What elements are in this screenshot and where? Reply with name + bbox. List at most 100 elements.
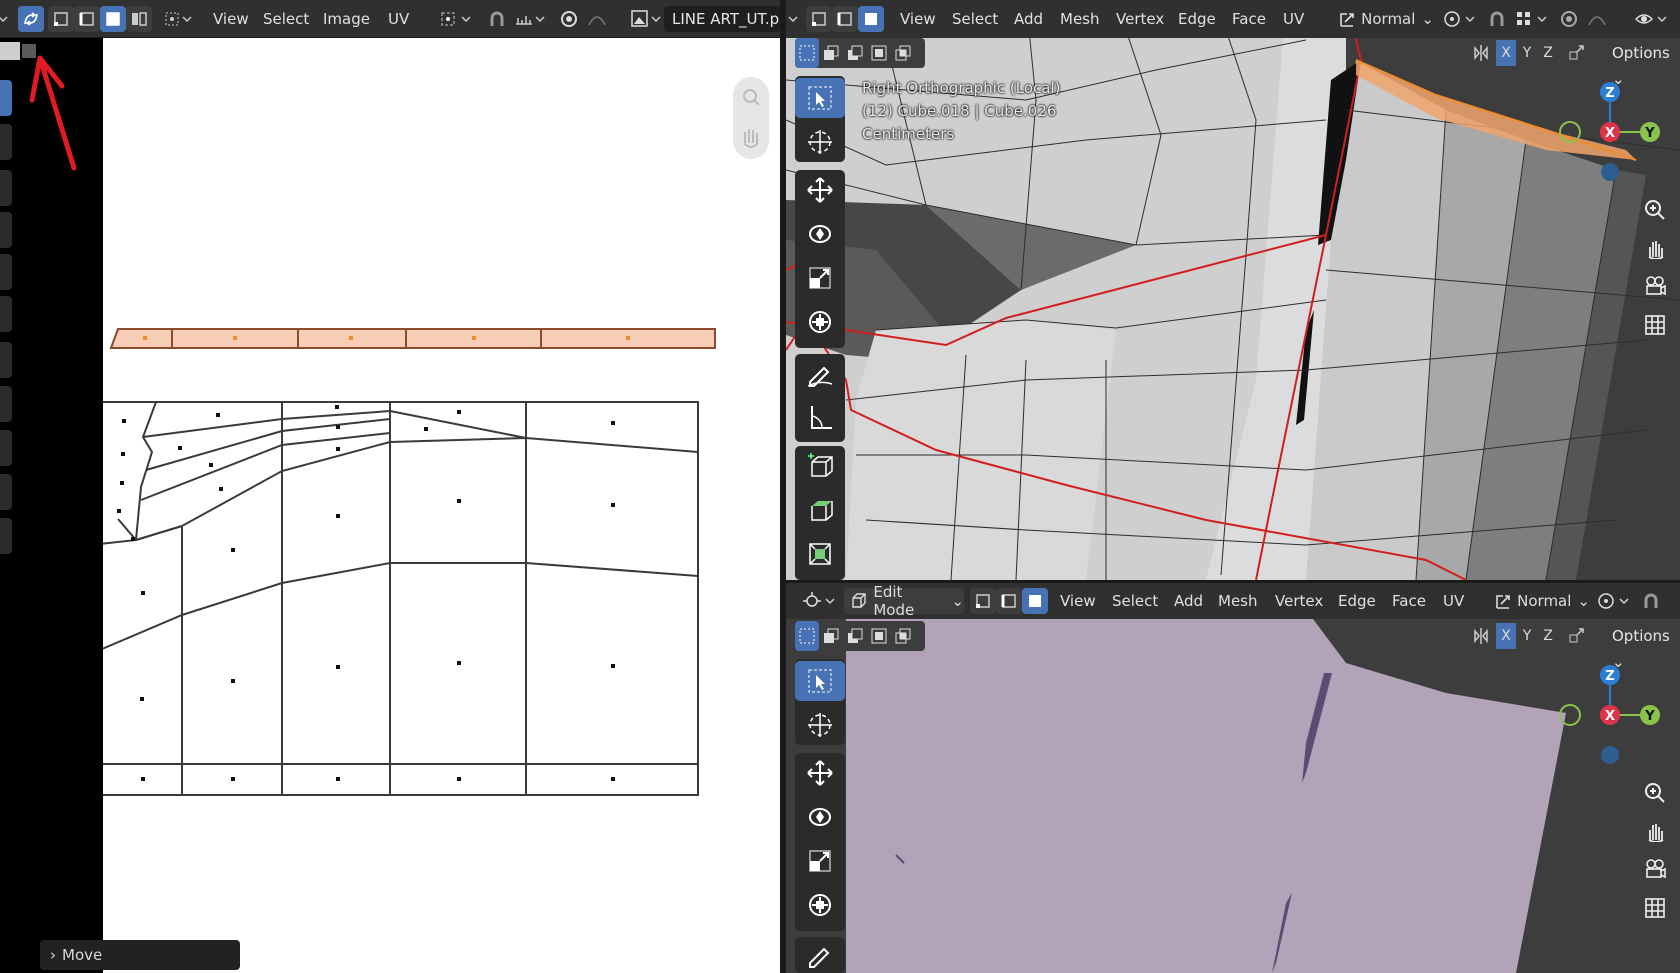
menu-view[interactable]: View bbox=[213, 0, 249, 38]
grid-icon[interactable] bbox=[1640, 893, 1670, 923]
proportional-editing-toggle[interactable] bbox=[556, 6, 582, 32]
menu-vertex[interactable]: Vertex bbox=[1275, 583, 1323, 620]
image-browse-dropdown[interactable] bbox=[628, 6, 666, 32]
menu-edge[interactable]: Edge bbox=[1178, 0, 1216, 38]
select-mode-extend[interactable] bbox=[819, 38, 843, 68]
proportional-editing-toggle[interactable] bbox=[1556, 6, 1582, 32]
select-mode-invert[interactable] bbox=[867, 38, 891, 68]
vertex-select-mode[interactable] bbox=[970, 588, 996, 614]
select-mode-intersect[interactable] bbox=[891, 38, 915, 68]
axis-gizmo[interactable]: Z Y X bbox=[1550, 78, 1670, 190]
extrude-tool[interactable] bbox=[795, 490, 845, 530]
axis-gizmo[interactable]: Z Y X bbox=[1550, 661, 1670, 773]
camera-icon[interactable] bbox=[1640, 854, 1670, 884]
zoom-icon[interactable] bbox=[1640, 778, 1670, 808]
pivot-point-dropdown[interactable] bbox=[438, 6, 476, 32]
mode-dropdown[interactable]: Edit Mode ⌄ bbox=[844, 583, 964, 619]
scale-tool[interactable] bbox=[795, 258, 845, 298]
menu-image[interactable]: Image bbox=[323, 0, 370, 38]
vertex-select-mode[interactable] bbox=[806, 6, 832, 32]
transform-orientation-dropdown[interactable]: Normal ⌄ bbox=[1490, 588, 1590, 614]
rotate-tool[interactable] bbox=[795, 214, 845, 254]
pinch-tool[interactable] bbox=[0, 518, 12, 554]
cursor-tool[interactable] bbox=[795, 705, 845, 745]
auto-merge-icon[interactable] bbox=[1562, 621, 1592, 651]
zoom-icon[interactable] bbox=[1640, 195, 1670, 225]
select-mode-subtract[interactable] bbox=[843, 38, 867, 68]
add-cube-tool[interactable] bbox=[795, 446, 845, 486]
relax-tool[interactable] bbox=[0, 474, 12, 510]
cursor-tool[interactable] bbox=[795, 122, 845, 162]
pivot-point-dropdown[interactable] bbox=[1594, 588, 1634, 614]
grid-icon[interactable] bbox=[1640, 310, 1670, 340]
menu-mesh[interactable]: Mesh bbox=[1218, 583, 1258, 620]
editor-type-dropdown[interactable] bbox=[786, 6, 800, 32]
menu-select[interactable]: Select bbox=[263, 0, 309, 38]
last-operator-panel[interactable]: › Move bbox=[40, 940, 240, 970]
menu-uv[interactable]: UV bbox=[1283, 0, 1304, 38]
face-select-mode[interactable] bbox=[1022, 588, 1048, 614]
pivot-point-dropdown[interactable] bbox=[1440, 6, 1480, 32]
menu-select[interactable]: Select bbox=[952, 0, 998, 38]
measure-tool[interactable] bbox=[795, 398, 845, 438]
options-dropdown[interactable]: Options ⌄ bbox=[1604, 40, 1680, 88]
select-mode-subtract[interactable] bbox=[843, 621, 867, 651]
viewport-top[interactable]: Right Orthographic (Local) (12) Cube.018… bbox=[786, 0, 1680, 580]
viewport-bottom[interactable]: X Y Z Options ⌄ Z Y X Edit Mode ⌄ View Se… bbox=[786, 583, 1680, 973]
editor-type-dropdown[interactable] bbox=[800, 588, 840, 614]
face-select-mode[interactable] bbox=[100, 6, 126, 32]
transform-tool[interactable] bbox=[0, 296, 12, 332]
inset-tool[interactable] bbox=[795, 534, 845, 574]
pan-icon[interactable] bbox=[1640, 233, 1670, 263]
menu-face[interactable]: Face bbox=[1392, 583, 1426, 620]
options-dropdown[interactable]: Options ⌄ bbox=[1604, 623, 1680, 671]
edge-select-mode[interactable] bbox=[832, 6, 858, 32]
island-select-mode[interactable] bbox=[126, 6, 152, 32]
menu-uv[interactable]: UV bbox=[388, 0, 409, 38]
vertex-select-mode[interactable] bbox=[48, 6, 74, 32]
move-tool[interactable] bbox=[795, 753, 845, 793]
select-box-tool[interactable] bbox=[795, 78, 845, 118]
mirror-y-toggle[interactable]: Y bbox=[1517, 623, 1537, 649]
rip-tool[interactable] bbox=[0, 386, 12, 422]
menu-face[interactable]: Face bbox=[1232, 0, 1266, 38]
select-mode-new[interactable] bbox=[795, 621, 819, 651]
snap-target-dropdown[interactable] bbox=[512, 6, 550, 32]
rotate-tool[interactable] bbox=[795, 797, 845, 837]
select-mode-intersect[interactable] bbox=[891, 621, 915, 651]
snap-toggle[interactable] bbox=[484, 6, 510, 32]
menu-view[interactable]: View bbox=[1060, 583, 1096, 620]
editor-type-dropdown[interactable] bbox=[0, 6, 10, 32]
snap-toggle[interactable] bbox=[1484, 6, 1510, 32]
uv-layout[interactable] bbox=[103, 38, 780, 973]
scale-tool[interactable] bbox=[0, 254, 12, 290]
sticky-selection-dropdown[interactable] bbox=[160, 6, 196, 32]
visibility-dropdown[interactable] bbox=[1632, 6, 1672, 32]
grab-tool[interactable] bbox=[0, 430, 12, 466]
menu-edge[interactable]: Edge bbox=[1338, 583, 1376, 620]
annotate-tool[interactable] bbox=[0, 342, 12, 378]
menu-mesh[interactable]: Mesh bbox=[1060, 0, 1100, 38]
sync-selection-button[interactable] bbox=[18, 6, 44, 32]
auto-merge-icon[interactable] bbox=[1562, 38, 1592, 68]
transform-tool[interactable] bbox=[795, 885, 845, 925]
annotate-tool[interactable] bbox=[795, 354, 845, 394]
mirror-y-toggle[interactable]: Y bbox=[1517, 40, 1537, 66]
uv-canvas[interactable] bbox=[103, 38, 780, 973]
mirror-z-toggle[interactable]: Z bbox=[1538, 623, 1558, 649]
menu-add[interactable]: Add bbox=[1174, 583, 1203, 620]
menu-view[interactable]: View bbox=[900, 0, 936, 38]
mirror-x-toggle[interactable]: X bbox=[1496, 623, 1516, 649]
camera-icon[interactable] bbox=[1640, 271, 1670, 301]
falloff-dropdown[interactable] bbox=[1584, 6, 1610, 32]
edge-select-mode[interactable] bbox=[996, 588, 1022, 614]
menu-vertex[interactable]: Vertex bbox=[1116, 0, 1164, 38]
image-name-field[interactable]: LINE ART_UT.p bbox=[664, 6, 780, 32]
move-tool[interactable] bbox=[795, 170, 845, 210]
transform-orientation-dropdown[interactable]: Normal ⌄ bbox=[1334, 6, 1434, 32]
edge-select-mode[interactable] bbox=[74, 6, 100, 32]
select-mode-invert[interactable] bbox=[867, 621, 891, 651]
mirror-x-toggle[interactable]: X bbox=[1496, 40, 1516, 66]
select-box-tool[interactable] bbox=[795, 661, 845, 701]
uv-navigation-gizmo[interactable] bbox=[733, 77, 769, 159]
